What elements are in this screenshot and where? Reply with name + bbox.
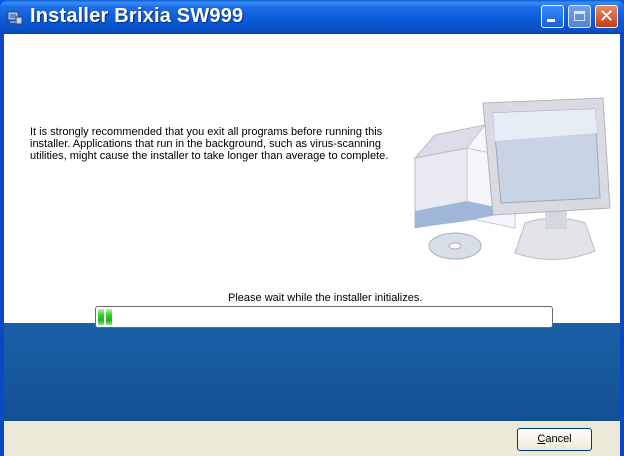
installer-window: Installer Brixia SW999 ✕ It is strongly … (0, 0, 624, 456)
cancel-label: ancel (545, 433, 572, 445)
installer-icon (7, 11, 23, 25)
close-button[interactable]: ✕ (595, 5, 618, 28)
minimize-button[interactable] (541, 5, 564, 28)
progress-segment (98, 309, 104, 325)
maximize-button[interactable] (568, 5, 591, 28)
warning-message: It is strongly recommended that you exit… (30, 126, 389, 162)
window-border-right (620, 34, 624, 456)
progress-segment (106, 309, 112, 325)
status-text: Please wait while the installer initiali… (228, 292, 423, 304)
close-icon: ✕ (598, 6, 615, 27)
title-bar[interactable]: Installer Brixia SW999 ✕ (0, 0, 624, 34)
cancel-button[interactable]: Cancel (517, 428, 592, 451)
window-title: Installer Brixia SW999 (30, 5, 244, 27)
progress-fill (98, 309, 112, 325)
banner-band (4, 323, 620, 421)
computer-illustration-icon (413, 97, 611, 260)
progress-bar (95, 306, 553, 328)
